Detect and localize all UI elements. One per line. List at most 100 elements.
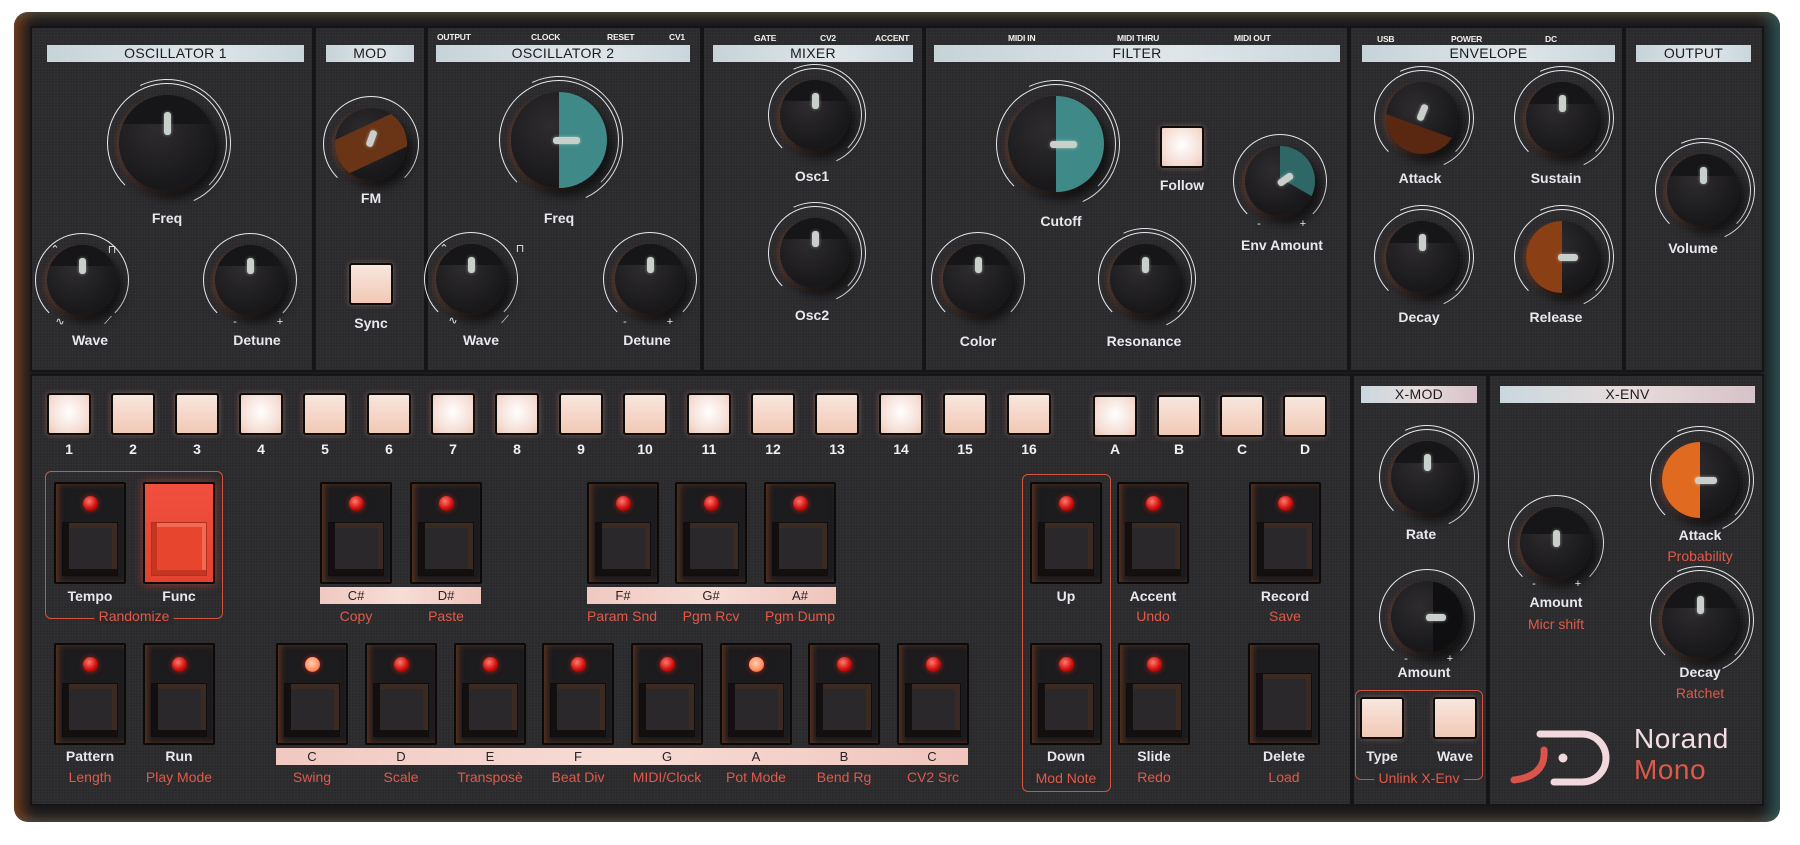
- xmod-rate-knob[interactable]: [1360, 410, 1494, 544]
- xmod-amount-knob[interactable]: [1379, 569, 1475, 665]
- env-sustain-knob[interactable]: [1495, 51, 1629, 185]
- step-number-label: 3: [193, 441, 201, 457]
- up-button[interactable]: [1030, 482, 1102, 584]
- env-release-knob[interactable]: [1495, 190, 1629, 324]
- mixer-osc2-knob[interactable]: [749, 187, 881, 319]
- filter-cutoff-knob[interactable]: [973, 61, 1139, 227]
- step-button-11[interactable]: [687, 393, 731, 435]
- env-attack-knob[interactable]: [1355, 51, 1489, 185]
- step-button-1[interactable]: [47, 393, 91, 435]
- jack-label-cv1: CV1: [669, 32, 685, 42]
- scale-button[interactable]: [365, 643, 437, 745]
- square-wave-icon: ⊓: [515, 243, 525, 255]
- pattern-button[interactable]: [54, 643, 126, 745]
- mixer-osc1-knob[interactable]: [749, 49, 881, 181]
- osc1-wave-label: Wave: [71, 332, 109, 348]
- down-button[interactable]: [1030, 643, 1102, 745]
- midi-clock-button[interactable]: [631, 643, 703, 745]
- note-c-sharp: C#: [347, 588, 365, 603]
- triangle-wave-icon: ⌃: [50, 244, 60, 256]
- copy-button[interactable]: [320, 482, 392, 584]
- step-button-6[interactable]: [367, 393, 411, 435]
- step-button-3[interactable]: [175, 393, 219, 435]
- run-button[interactable]: [143, 643, 215, 745]
- osc1-detune-knob[interactable]: [203, 233, 297, 327]
- plus-mark: +: [666, 316, 674, 328]
- note-c: C: [307, 749, 317, 764]
- minus-mark: -: [1257, 218, 1261, 230]
- paste-button[interactable]: [410, 482, 482, 584]
- follow-button[interactable]: [1160, 126, 1204, 168]
- record-label: Record: [1260, 588, 1310, 604]
- xenv-amount-knob[interactable]: [1508, 495, 1604, 591]
- step-button-7[interactable]: [431, 393, 475, 435]
- step-number-label: 10: [637, 441, 653, 457]
- xmod-wave-button[interactable]: [1433, 697, 1477, 739]
- step-button-5[interactable]: [303, 393, 347, 435]
- pattern-page-button-d[interactable]: [1283, 395, 1327, 437]
- mod-fm-knob[interactable]: [323, 96, 419, 192]
- bend-rg-button[interactable]: [808, 643, 880, 745]
- step-button-2[interactable]: [111, 393, 155, 435]
- env-decay-knob[interactable]: [1355, 190, 1489, 324]
- step-button-8[interactable]: [495, 393, 539, 435]
- cv2-src-button[interactable]: [897, 643, 969, 745]
- record-button[interactable]: [1249, 482, 1321, 584]
- xenv-amount-label: Amount: [1529, 594, 1583, 610]
- note-g: G: [661, 749, 673, 764]
- xmod-type-button[interactable]: [1360, 697, 1404, 739]
- step-button-15[interactable]: [943, 393, 987, 435]
- unlink-x-env-label: Unlink X-Env: [1374, 770, 1464, 786]
- delete-button[interactable]: [1248, 643, 1320, 745]
- step-button-4[interactable]: [239, 393, 283, 435]
- filter-color-knob[interactable]: [931, 232, 1025, 326]
- saw-wave-icon: ⟋: [501, 314, 509, 326]
- note-a: A: [751, 749, 761, 764]
- pattern-page-button-c[interactable]: [1220, 395, 1264, 437]
- xenv-decay-knob[interactable]: [1630, 550, 1770, 690]
- step-button-16[interactable]: [1007, 393, 1051, 435]
- osc2-detune-knob[interactable]: [603, 232, 697, 326]
- step-button-10[interactable]: [623, 393, 667, 435]
- filter-resonance-knob[interactable]: [1079, 213, 1211, 345]
- pattern-page-label: D: [1299, 441, 1311, 457]
- func-button[interactable]: [143, 482, 215, 584]
- tempo-button[interactable]: [54, 482, 126, 584]
- accent-button[interactable]: [1117, 482, 1189, 584]
- osc1-freq-knob[interactable]: [84, 60, 250, 226]
- mod-header: MOD: [326, 45, 414, 62]
- output-volume-knob[interactable]: [1636, 123, 1770, 257]
- pot-mode-label: Pot Mode: [726, 769, 786, 785]
- transpose-button[interactable]: [454, 643, 526, 745]
- step-button-12[interactable]: [751, 393, 795, 435]
- step-button-13[interactable]: [815, 393, 859, 435]
- scale-label: Scale: [383, 769, 419, 785]
- swing-button[interactable]: [276, 643, 348, 745]
- step-button-14[interactable]: [879, 393, 923, 435]
- step-button-9[interactable]: [559, 393, 603, 435]
- pgm-dump-button[interactable]: [764, 482, 836, 584]
- slide-button[interactable]: [1118, 643, 1190, 745]
- pattern-page-button-b[interactable]: [1157, 395, 1201, 437]
- osc2-header: OSCILLATOR 2: [436, 45, 690, 62]
- jack-label-power: POWER: [1451, 34, 1483, 44]
- param-snd-button[interactable]: [587, 482, 659, 584]
- note-f-sharp: F#: [615, 588, 631, 603]
- pgm-rcv-button[interactable]: [675, 482, 747, 584]
- bend-rg-label: Bend Rg: [816, 769, 872, 785]
- run-label: Run: [165, 748, 193, 764]
- xenv-attack-knob[interactable]: [1630, 410, 1770, 550]
- param-snd-label: Param Snd: [586, 608, 658, 624]
- jack-label-clock: CLOCK: [531, 32, 561, 42]
- env-attack-label: Attack: [1398, 170, 1442, 186]
- swing-label: Swing: [292, 769, 332, 785]
- filter-cutoff-label: Cutoff: [1040, 213, 1082, 229]
- sync-button[interactable]: [349, 263, 393, 305]
- osc2-freq-knob[interactable]: [476, 57, 642, 223]
- osc1-header: OSCILLATOR 1: [47, 45, 304, 62]
- pattern-page-button-a[interactable]: [1093, 395, 1137, 437]
- filter-env-amount-knob[interactable]: [1233, 134, 1327, 228]
- pot-mode-button[interactable]: [720, 643, 792, 745]
- beat-div-button[interactable]: [542, 643, 614, 745]
- copy-label: Copy: [339, 608, 373, 624]
